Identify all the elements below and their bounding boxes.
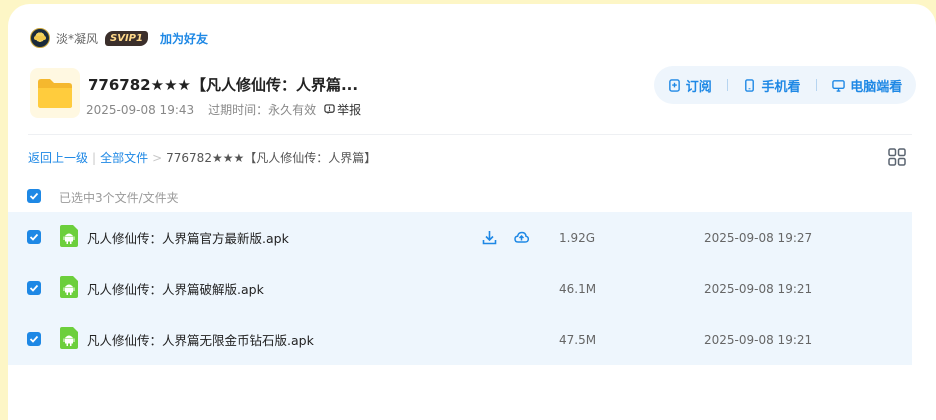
check-icon [29,335,39,343]
download-icon[interactable] [482,230,497,245]
subscribe-label: 订阅 [685,79,712,95]
file-checkbox[interactable] [27,281,41,295]
grid-view-icon[interactable] [888,148,906,166]
check-icon [29,192,39,200]
avatar[interactable] [30,28,50,48]
created-time: 2025-09-08 19:43 [86,102,195,117]
file-checkbox[interactable] [27,332,41,346]
phone-view-label: 手机看 [761,79,801,95]
file-name[interactable]: 凡人修仙传：人界篇破解版.apk [87,279,264,298]
phone-view-button[interactable]: 手机看 [743,76,801,95]
add-friend-link[interactable]: 加为好友 [160,30,208,47]
file-row[interactable]: 凡人修仙传：人界篇破解版.apk 46.1M 2025-09-08 19:21 [8,263,912,314]
report-button[interactable]: 举报 [324,101,361,118]
subscribe-icon [668,78,680,92]
back-link[interactable]: 返回上一级 [28,149,88,166]
file-time: 2025-09-08 19:21 [704,332,813,347]
file-time: 2025-09-08 19:27 [704,230,813,245]
file-size: 46.1M [559,281,597,296]
file-name[interactable]: 凡人修仙传：人界篇无限金币钻石版.apk [87,330,314,349]
row-actions [482,230,529,245]
expiry-time: 过期时间：永久有效 [208,103,317,117]
apk-file-icon [60,225,78,247]
check-icon [29,284,39,292]
phone-icon [745,78,755,92]
divider [28,134,912,135]
select-all-checkbox[interactable] [27,189,41,203]
all-files-link[interactable]: 全部文件 [100,149,148,166]
file-checkbox[interactable] [27,230,41,244]
apk-file-icon [60,276,78,298]
file-size: 1.92G [559,230,596,245]
file-list: 凡人修仙传：人界篇官方最新版.apk 1.92G 2025-09-08 19:2… [8,212,912,365]
breadcrumb-current: 776782★★★【凡人修仙传：人界篇】 [166,151,377,165]
username[interactable]: 淡*凝风 [56,30,98,47]
folder-icon [30,68,80,118]
vip-badge: SVIP1 [105,30,148,46]
file-row[interactable]: 凡人修仙传：人界篇官方最新版.apk 1.92G 2025-09-08 19:2… [8,212,912,263]
folder-title: 776782★★★【凡人修仙传：人界篇... [88,76,359,94]
folder-meta: 2025-09-08 19:43 过期时间：永久有效 举报 [86,101,361,118]
subscribe-button[interactable]: 订阅 [668,76,712,95]
report-icon [324,104,335,115]
user-row: 淡*凝风 SVIP1 加为好友 [30,28,208,48]
breadcrumb: 返回上一级 | 全部文件 > 776782★★★【凡人修仙传：人界篇】 [28,149,376,166]
file-size: 47.5M [559,332,597,347]
file-time: 2025-09-08 19:21 [704,281,813,296]
monitor-icon [832,79,846,92]
check-icon [29,233,39,241]
share-card: 淡*凝风 SVIP1 加为好友 776782★★★【凡人修仙传：人界篇... 2… [8,4,936,420]
breadcrumb-divider: | [92,150,97,165]
apk-file-icon [60,327,78,349]
selection-info: 已选中3个文件/文件夹 [59,191,179,205]
report-label: 举报 [337,103,362,117]
action-bar: 订阅 手机看 电脑端看 [654,66,916,104]
pc-view-button[interactable]: 电脑端看 [832,76,902,95]
breadcrumb-separator: > [152,150,163,165]
cloud-save-icon[interactable] [514,230,529,245]
file-name[interactable]: 凡人修仙传：人界篇官方最新版.apk [87,228,289,247]
file-row[interactable]: 凡人修仙传：人界篇无限金币钻石版.apk 47.5M 2025-09-08 19… [8,314,912,365]
pc-view-label: 电脑端看 [850,79,903,95]
